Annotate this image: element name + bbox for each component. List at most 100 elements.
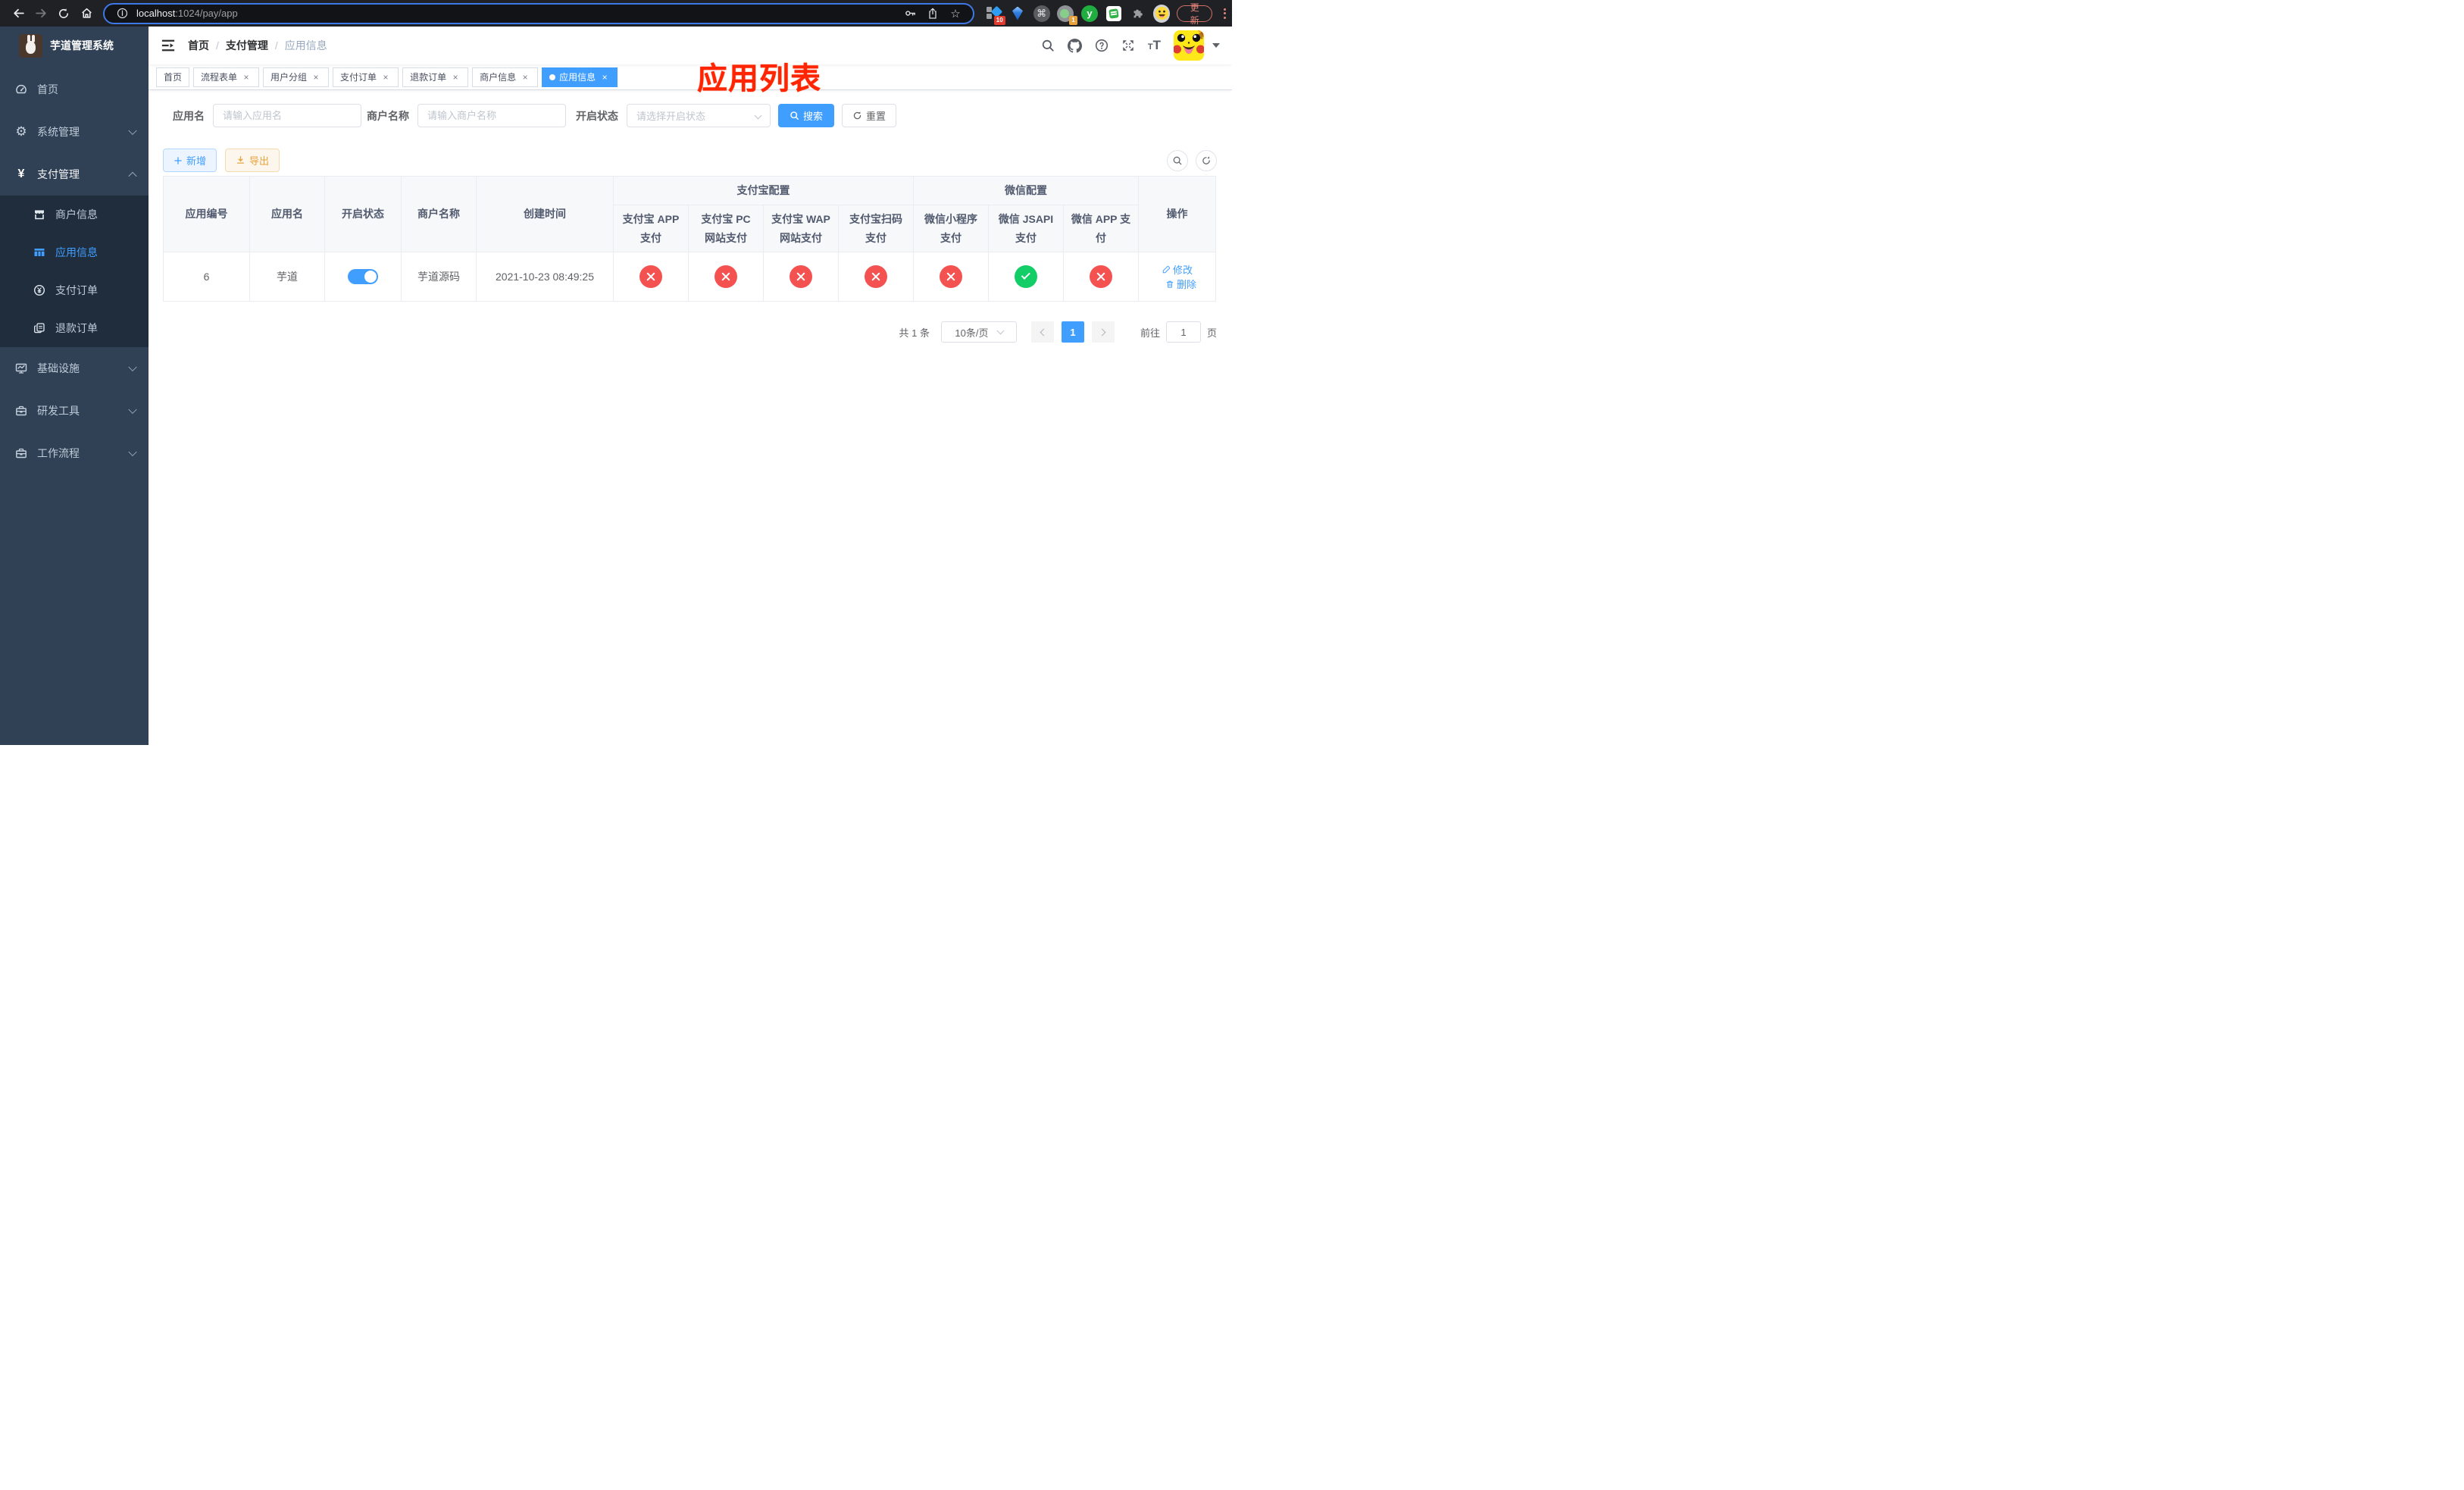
sidebar-logo-row[interactable]: 芋道管理系统 — [0, 27, 149, 64]
browser-back-button[interactable] — [8, 4, 29, 23]
breadcrumb-home[interactable]: 首页 — [188, 38, 209, 53]
header-search-icon[interactable] — [1041, 39, 1055, 52]
sidebar-item-label: 研发工具 — [37, 405, 80, 417]
col-header-alipay-qr: 支付宝扫码支付 — [838, 205, 914, 252]
github-icon[interactable] — [1067, 38, 1082, 53]
export-button[interactable]: 导出 — [225, 149, 280, 172]
browser-update-button[interactable]: 更新 — [1177, 2, 1213, 26]
cell-app-id: 6 — [163, 252, 250, 302]
browser-chrome: localhost:1024/pay/app 10 1 更新 — [0, 0, 1232, 27]
table-tool-icons — [1167, 149, 1217, 171]
col-header-wx-lite: 微信小程序支付 — [913, 205, 989, 252]
cell-actions: 修改 删除 — [1138, 252, 1217, 302]
page-size-select[interactable]: 10条/页 — [940, 321, 1017, 343]
user-avatar[interactable] — [1174, 30, 1204, 61]
extension-y-icon[interactable] — [1081, 5, 1099, 23]
sidebar-item-workflow[interactable]: 工作流程 — [0, 432, 149, 474]
tab-process-form[interactable]: 流程表单 — [193, 67, 260, 87]
search-button[interactable]: 搜索 — [778, 104, 835, 127]
merchant-name-input[interactable] — [417, 104, 566, 127]
browser-reload-button[interactable] — [53, 4, 74, 23]
app-table: 应用编号 应用名 开启状态 商户名称 创建时间 支付宝配置 微信配置 操作 支付… — [163, 176, 1217, 302]
password-key-icon[interactable] — [902, 7, 918, 20]
tags-view: 首页 流程表单 用户分组 支付订单 退款订单 商户信息 应用信息 — [149, 64, 1232, 90]
sidebar-item-system[interactable]: 系统管理 — [0, 111, 149, 153]
reset-button[interactable]: 重置 — [842, 104, 897, 127]
share-icon[interactable] — [924, 8, 941, 20]
site-info-icon[interactable] — [114, 8, 130, 19]
breadcrumb-section[interactable]: 支付管理 — [226, 38, 268, 53]
goto-page-input[interactable] — [1165, 321, 1201, 343]
browser-profile-avatar[interactable] — [1152, 4, 1171, 23]
sidebar-item-pay[interactable]: 支付管理 — [0, 153, 149, 196]
table-row: 6 芋道 芋道源码 2021-10-23 08:49:25 修改 删除 — [163, 252, 1217, 302]
close-icon[interactable] — [241, 72, 252, 83]
url-text: localhost:1024/pay/app — [136, 8, 896, 19]
col-header-app-id: 应用编号 — [163, 176, 250, 252]
bookmark-star-icon[interactable] — [947, 7, 964, 20]
tab-merchant-info[interactable]: 商户信息 — [472, 67, 539, 87]
refresh-button[interactable] — [1196, 149, 1217, 171]
app-name-label: 应用名 — [173, 109, 205, 122]
sidebar-item-merchant-info[interactable]: 商户信息 — [0, 196, 149, 233]
sidebar-item-dev-tools[interactable]: 研发工具 — [0, 390, 149, 432]
font-size-icon[interactable] — [1148, 38, 1161, 53]
tab-pay-order[interactable]: 支付订单 — [333, 67, 399, 87]
help-icon[interactable] — [1095, 39, 1108, 52]
browser-forward-button[interactable] — [30, 4, 52, 23]
app-name-input[interactable] — [213, 104, 361, 127]
avatar-dropdown-caret-icon[interactable] — [1212, 43, 1220, 48]
extension-chat-icon[interactable] — [1105, 5, 1122, 23]
status-toggle[interactable] — [348, 269, 378, 284]
close-icon[interactable] — [450, 72, 461, 83]
chevron-down-icon — [128, 362, 137, 372]
sidebar-collapse-icon[interactable] — [161, 38, 176, 53]
col-header-alipay-app: 支付宝 APP 支付 — [613, 205, 689, 252]
status-select[interactable]: 请选择开启状态 — [627, 104, 771, 127]
sidebar-item-label: 首页 — [37, 83, 58, 95]
sidebar-item-pay-order[interactable]: 支付订单 — [0, 271, 149, 309]
breadcrumb-separator: / — [216, 39, 219, 52]
close-icon[interactable] — [520, 72, 530, 83]
tab-user-group[interactable]: 用户分组 — [263, 67, 330, 87]
sidebar-item-label: 工作流程 — [37, 447, 80, 459]
cell-app-name: 芋道 — [249, 252, 325, 302]
close-icon[interactable] — [311, 72, 321, 83]
fullscreen-icon[interactable] — [1121, 39, 1135, 52]
sidebar-item-infra[interactable]: 基础设施 — [0, 347, 149, 390]
extension-recorder-icon[interactable]: 1 — [1057, 5, 1077, 25]
browser-menu-icon[interactable] — [1219, 8, 1230, 19]
store-icon — [33, 208, 45, 221]
delete-link[interactable]: 删除 — [1165, 277, 1196, 291]
next-page-button[interactable] — [1091, 321, 1115, 343]
tab-app-info[interactable]: 应用信息 — [542, 67, 618, 87]
prev-page-button[interactable] — [1030, 321, 1054, 343]
sidebar-item-label: 退款订单 — [55, 322, 98, 334]
edit-link[interactable]: 修改 — [1162, 262, 1193, 277]
toggle-search-button[interactable] — [1167, 149, 1188, 171]
close-icon[interactable] — [380, 72, 391, 83]
tab-refund-order[interactable]: 退款订单 — [402, 67, 469, 87]
extensions-puzzle-icon[interactable] — [1129, 5, 1146, 23]
sidebar-item-app-info[interactable]: 应用信息 — [0, 233, 149, 271]
extension-blue-diamond-icon[interactable]: 10 — [985, 5, 1005, 25]
col-header-alipay-pc: 支付宝 PC 网站支付 — [688, 205, 764, 252]
status-select-placeholder: 请选择开启状态 — [636, 111, 706, 122]
extension-gem-icon[interactable] — [1009, 5, 1027, 23]
browser-home-button[interactable] — [76, 4, 97, 23]
page-number-button[interactable]: 1 — [1061, 321, 1084, 343]
sidebar-item-home[interactable]: 首页 — [0, 68, 149, 111]
sidebar-item-refund-order[interactable]: 退款订单 — [0, 309, 149, 347]
close-icon[interactable] — [599, 72, 610, 83]
extension-area: 10 1 更新 — [985, 2, 1230, 26]
extension-command-icon[interactable] — [1033, 5, 1050, 23]
add-button[interactable]: 新增 — [163, 149, 217, 172]
status-disabled-icon — [714, 265, 737, 288]
app-title: 芋道管理系统 — [50, 39, 114, 52]
url-bar[interactable]: localhost:1024/pay/app — [103, 2, 974, 24]
status-disabled-icon — [790, 265, 812, 288]
table-toolbar: 新增 导出 — [163, 149, 1217, 172]
tab-home[interactable]: 首页 — [156, 67, 190, 87]
main-area: 应用列表 首页 / 支付管理 / 应用信息 T T 首页 流程表单 × 用户分组… — [149, 27, 1232, 745]
sidebar-item-label: 应用信息 — [55, 246, 98, 258]
